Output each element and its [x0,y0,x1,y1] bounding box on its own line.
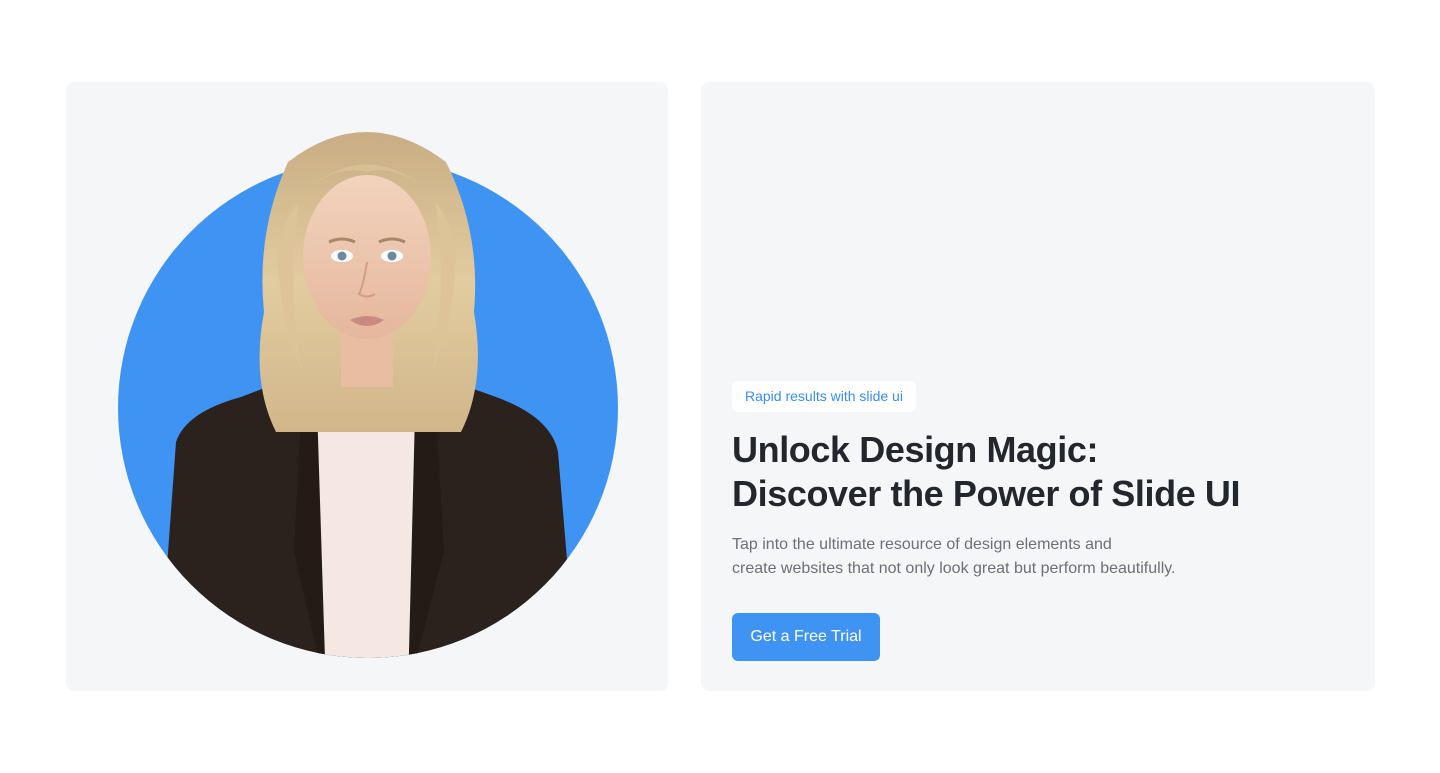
hero-description: Tap into the ultimate resource of design… [732,533,1252,581]
hero-headline-line-1: Unlock Design Magic: [732,429,1099,470]
hero-headline-line-2: Discover the Power of Slide UI [732,473,1241,514]
portrait-image [118,132,618,658]
hero-image-card [66,82,668,691]
hero-section: Rapid results with slide ui Unlock Desig… [0,0,1440,773]
hero-description-line-2: create websites that not only look great… [732,560,1176,577]
hero-content-card: Rapid results with slide ui Unlock Desig… [701,82,1375,691]
hero-description-line-1: Tap into the ultimate resource of design… [732,536,1112,553]
tagline-badge: Rapid results with slide ui [732,381,916,412]
free-trial-button[interactable]: Get a Free Trial [732,613,880,661]
face [303,175,431,339]
hero-headline: Unlock Design Magic: Discover the Power … [732,428,1352,516]
